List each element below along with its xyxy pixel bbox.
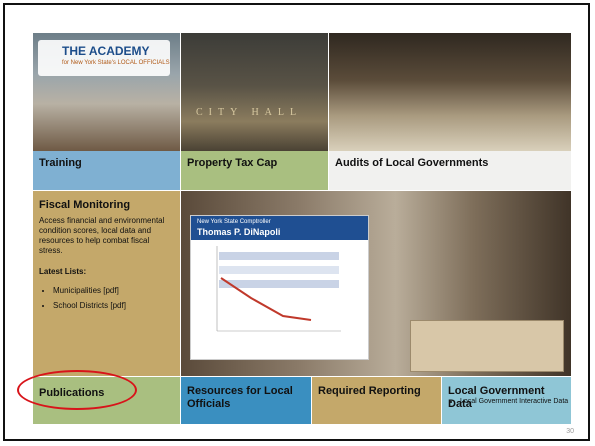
property-tax-cap-tile[interactable]: Property Tax Cap: [181, 151, 328, 190]
resources-label: Resources for Local Officials: [187, 385, 293, 410]
publications-highlight-oval: [17, 370, 137, 410]
fiscal-monitoring-tile[interactable]: Fiscal Monitoring Access financial and e…: [33, 191, 180, 376]
academy-logo-subtitle: for New York State's LOCAL OFFICIALS: [62, 60, 170, 66]
latest-lists: Municipalities [pdf] School Districts [p…: [43, 283, 126, 313]
latest-lists-heading: Latest Lists:: [39, 267, 87, 276]
fiscal-stress-chart-board: New York State Comptroller Thomas P. DiN…: [190, 215, 369, 360]
city-hall-sign: CITY HALL: [196, 107, 303, 118]
fiscal-monitoring-title: Fiscal Monitoring: [39, 199, 131, 211]
audits-photo[interactable]: [329, 33, 571, 151]
audits-tile[interactable]: Audits of Local Governments: [329, 151, 571, 190]
required-reporting-label: Required Reporting: [318, 385, 421, 397]
resources-tile[interactable]: Resources for Local Officials: [181, 377, 311, 424]
interactive-data-link[interactable]: Local Government Interactive Data: [460, 398, 570, 406]
chart-board-graph: [216, 246, 341, 332]
property-tax-cap-label: Property Tax Cap: [187, 157, 278, 169]
academy-logo: THE ACADEMY: [62, 44, 150, 58]
municipalities-link[interactable]: Municipalities [pdf]: [53, 283, 126, 298]
required-reporting-tile[interactable]: Required Reporting: [312, 377, 441, 424]
slide-number: 30: [566, 428, 574, 435]
training-label: Training: [39, 157, 82, 169]
training-tile[interactable]: Training: [33, 151, 180, 190]
city-hall-photo[interactable]: [181, 33, 328, 151]
podium: [410, 320, 564, 372]
local-government-data-list: Local Government Interactive Data: [452, 398, 570, 406]
fiscal-monitoring-description: Access financial and environmental condi…: [39, 216, 165, 255]
school-districts-link[interactable]: School Districts [pdf]: [53, 298, 126, 313]
local-government-data-tile[interactable]: Local Government Data Local Government I…: [442, 377, 571, 424]
audits-label: Audits of Local Governments: [335, 157, 489, 169]
